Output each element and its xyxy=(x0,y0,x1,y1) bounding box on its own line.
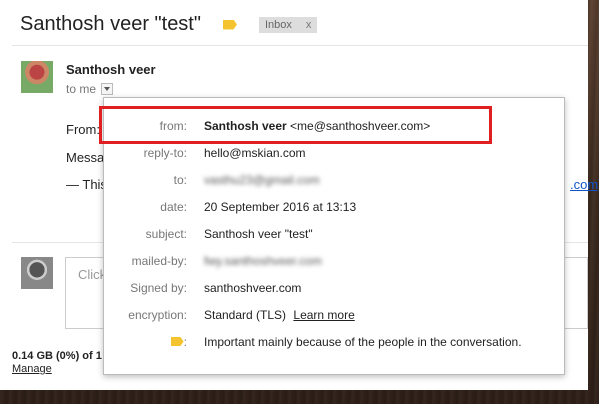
detail-label: mailed-by: xyxy=(131,254,187,268)
storage-usage: 0.14 GB (0%) of 1 xyxy=(12,350,102,362)
body-from-line: From: xyxy=(66,122,100,137)
remove-label-icon[interactable]: x xyxy=(306,19,312,31)
annotation-highlight-box xyxy=(99,106,492,144)
time-text: 13:13 xyxy=(326,200,357,214)
detail-label: date: xyxy=(160,200,187,214)
detail-label: to: xyxy=(173,173,187,187)
detail-label: encryption: xyxy=(128,308,187,322)
date-text: 20 September 2016 xyxy=(204,200,310,214)
detail-value: Standard (TLS) Learn more xyxy=(204,308,355,322)
detail-value: hello@mskian.com xyxy=(204,146,306,160)
detail-row-date: date: 20 September 2016 at 13:13 xyxy=(104,198,566,216)
to-me-text: to me xyxy=(66,82,97,96)
body-message-line: Messa xyxy=(66,150,105,165)
inbox-label-text: Inbox xyxy=(264,18,292,31)
divider xyxy=(12,45,588,46)
email-subject: Santhosh veer "test" xyxy=(20,13,201,35)
detail-row-subject: subject: Santhosh veer "test" xyxy=(104,225,566,243)
detail-value: fwy.santhoshveer.com xyxy=(204,254,322,268)
body-footer-line: — This xyxy=(66,177,107,192)
detail-value: santhoshveer.com xyxy=(204,281,302,295)
detail-row-signed-by: Signed by: santhoshveer.com xyxy=(104,279,566,297)
detail-value: 20 September 2016 at 13:13 xyxy=(204,200,356,214)
encryption-value: Standard (TLS) xyxy=(204,308,287,322)
importance-marker-icon xyxy=(170,337,184,346)
sender-name[interactable]: Santhosh veer xyxy=(66,62,156,77)
detail-row-to: to: vasthu23@gmail.com xyxy=(104,171,566,189)
detail-label: reply-to: xyxy=(143,146,187,160)
importance-colon: : xyxy=(183,335,187,349)
detail-value: Important mainly because of the people i… xyxy=(204,335,522,349)
recipient-summary: to me xyxy=(66,82,114,96)
detail-value: vasthu23@gmail.com xyxy=(204,173,320,187)
detail-row-mailed-by: mailed-by: fwy.santhoshveer.com xyxy=(104,252,566,270)
detail-row-importance: : Important mainly because of the people… xyxy=(104,333,566,351)
detail-label: : xyxy=(104,335,187,349)
manage-storage-link[interactable]: Manage xyxy=(12,363,52,375)
detail-value: Santhosh veer "test" xyxy=(204,227,313,241)
learn-more-link[interactable]: Learn more xyxy=(293,308,354,322)
inbox-label-chip[interactable]: Inbox x xyxy=(258,16,318,33)
detail-row-reply-to: reply-to: hello@mskian.com xyxy=(104,144,566,162)
detail-row-encryption: encryption: Standard (TLS) Learn more xyxy=(104,306,566,324)
reply-placeholder: Click xyxy=(78,267,107,282)
subject-row: Santhosh veer "test" Inbox x xyxy=(20,13,318,36)
body-link[interactable]: .com) xyxy=(570,177,599,192)
sender-avatar[interactable] xyxy=(21,61,53,93)
detail-label: subject: xyxy=(145,227,187,241)
importance-marker-icon[interactable] xyxy=(222,19,237,30)
email-view: Santhosh veer "test" Inbox x Santhosh ve… xyxy=(0,0,599,390)
show-details-icon[interactable] xyxy=(101,83,114,95)
date-at: at xyxy=(312,200,323,214)
user-avatar xyxy=(21,257,53,289)
detail-label: Signed by: xyxy=(130,281,187,295)
